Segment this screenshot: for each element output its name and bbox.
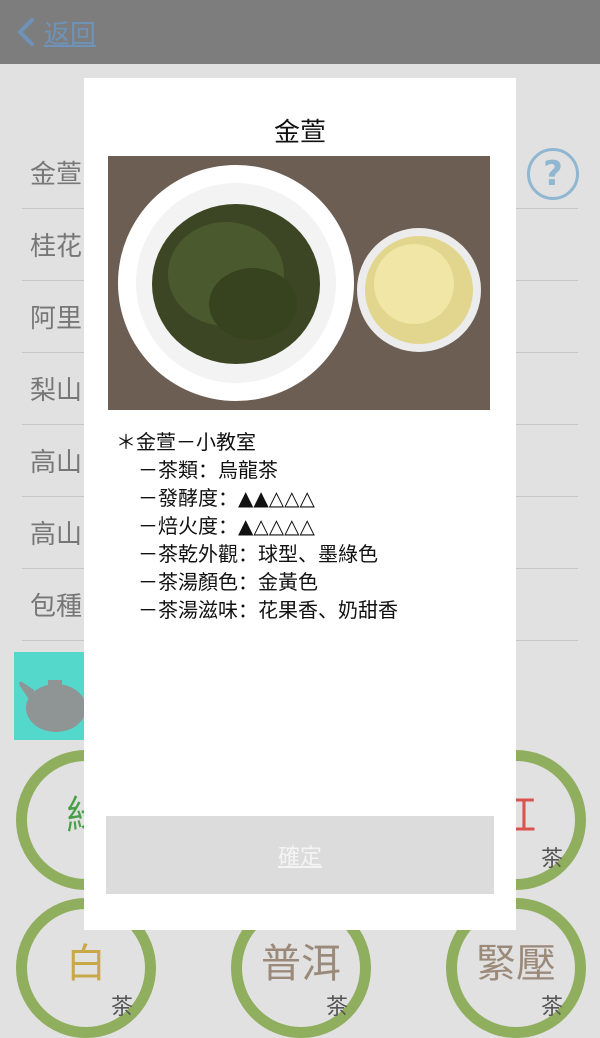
lesson-line: －茶湯滋味：花果香、奶甜香 (138, 598, 398, 622)
lesson-line: －茶類：烏龍茶 (138, 458, 278, 482)
lesson-heading: ＊金萱－小教室 (116, 430, 256, 454)
top-bar: 返回 (0, 0, 600, 64)
confirm-button[interactable]: 確定 (106, 816, 494, 894)
tea-info-dialog: 金萱 ＊金萱－小教室 －茶類：烏龍茶 －發酵度：▲▲△△△ －焙火度：▲△△△△… (84, 78, 516, 930)
lesson-line: －發酵度：▲▲△△△ (138, 486, 315, 510)
help-icon[interactable]: ? (527, 148, 579, 200)
lesson-line: －茶乾外觀：球型、墨綠色 (138, 542, 378, 566)
lesson-line: －焙火度：▲△△△△ (138, 514, 315, 538)
dialog-title: 金萱 (273, 118, 326, 148)
teapot-icon[interactable] (14, 652, 86, 740)
tea-photo (108, 156, 490, 410)
back-label: 返回 (44, 19, 97, 50)
lesson-line: －茶湯顏色：金黃色 (138, 570, 318, 594)
chevron-left-icon (16, 17, 36, 47)
back-button[interactable]: 返回 (16, 14, 96, 50)
lesson-text: ＊金萱－小教室 －茶類：烏龍茶 －發酵度：▲▲△△△ －焙火度：▲△△△△ －茶… (116, 428, 398, 624)
